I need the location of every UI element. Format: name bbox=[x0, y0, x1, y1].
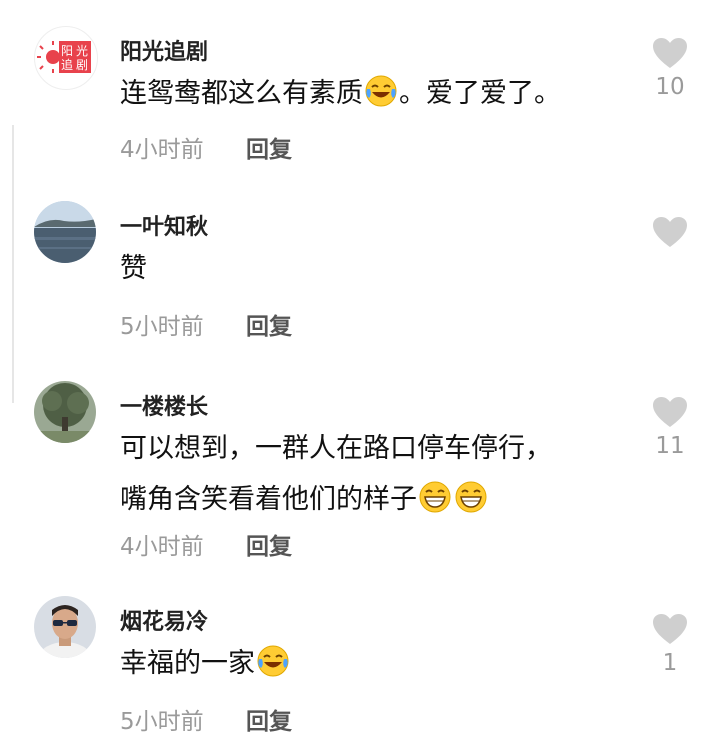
avatar[interactable]: 阳 光 追 剧 bbox=[34, 26, 98, 90]
comment-text: 赞 bbox=[120, 243, 600, 294]
comment-line: 。爱了爱了。 bbox=[399, 78, 561, 109]
reply-button[interactable]: 回复 bbox=[246, 130, 292, 164]
like-button[interactable]: 11 bbox=[640, 395, 700, 459]
comment-text: 幸福的一家 bbox=[120, 638, 600, 689]
avatar[interactable] bbox=[34, 596, 96, 658]
user-name[interactable]: 烟花易冷 bbox=[120, 604, 208, 636]
comment-text: 连鸳鸯都这么有素质 。爱了爱了。 bbox=[120, 68, 600, 119]
like-button[interactable]: 10 bbox=[640, 36, 700, 100]
scroll-edge-divider bbox=[12, 125, 14, 403]
user-name[interactable]: 一楼楼长 bbox=[120, 389, 208, 421]
grinning-emoji-icon bbox=[454, 480, 488, 514]
comment-line: 幸福的一家 bbox=[120, 648, 255, 679]
comment-line: 连鸳鸯都这么有素质 bbox=[120, 78, 363, 109]
timestamp: 4小时前 bbox=[120, 137, 204, 163]
like-count: 1 bbox=[662, 650, 678, 676]
comment-line: 可以想到，一群人在路口停车停行， bbox=[120, 433, 552, 464]
comment-line: 嘴角含笑看着他们的样子 bbox=[120, 484, 417, 515]
laughing-tears-emoji-icon bbox=[364, 74, 398, 108]
reply-button[interactable]: 回复 bbox=[246, 527, 292, 561]
heart-icon[interactable] bbox=[640, 395, 700, 429]
comment-text: 可以想到，一群人在路口停车停行， 嘴角含笑看着他们的样子 bbox=[120, 423, 600, 525]
like-count: 10 bbox=[655, 74, 685, 100]
user-name[interactable]: 一叶知秋 bbox=[120, 209, 208, 241]
reply-button[interactable]: 回复 bbox=[246, 702, 292, 736]
comment-line: 赞 bbox=[120, 253, 147, 284]
heart-icon[interactable] bbox=[640, 36, 700, 70]
laughing-tears-emoji-icon bbox=[256, 644, 290, 678]
like-count: 11 bbox=[655, 433, 685, 459]
timestamp: 5小时前 bbox=[120, 709, 204, 735]
avatar[interactable] bbox=[34, 201, 96, 263]
svg-text:剧: 剧 bbox=[76, 58, 88, 72]
user-name[interactable]: 阳光追剧 bbox=[120, 34, 208, 66]
timestamp: 5小时前 bbox=[120, 314, 204, 340]
svg-text:阳: 阳 bbox=[61, 44, 73, 58]
grinning-emoji-icon bbox=[418, 480, 452, 514]
timestamp: 4小时前 bbox=[120, 534, 204, 560]
like-button[interactable]: 1 bbox=[640, 612, 700, 676]
reply-button[interactable]: 回复 bbox=[246, 307, 292, 341]
svg-text:光: 光 bbox=[76, 44, 88, 58]
heart-icon[interactable] bbox=[640, 612, 700, 646]
like-button[interactable] bbox=[640, 215, 700, 249]
avatar[interactable] bbox=[34, 381, 96, 443]
svg-text:追: 追 bbox=[61, 57, 73, 72]
heart-icon[interactable] bbox=[640, 215, 700, 249]
